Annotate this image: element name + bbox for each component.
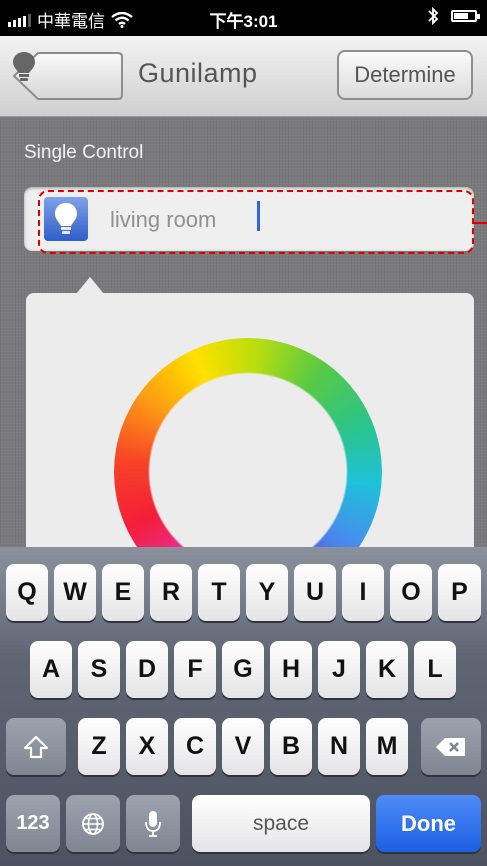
key-p[interactable]: P [438, 564, 481, 621]
highlight-annotation [38, 190, 474, 254]
key-d[interactable]: D [126, 641, 168, 698]
key-y[interactable]: Y [246, 564, 288, 621]
space-key[interactable]: space [192, 795, 370, 852]
key-g[interactable]: G [222, 641, 264, 698]
key-t[interactable]: T [198, 564, 240, 621]
key-q[interactable]: Q [6, 564, 48, 621]
done-key[interactable]: Done [376, 795, 481, 852]
key-o[interactable]: O [390, 564, 432, 621]
lightbulb-icon [13, 52, 35, 81]
key-z[interactable]: Z [78, 718, 120, 775]
backspace-icon [436, 737, 465, 756]
key-s[interactable]: S [78, 641, 120, 698]
status-time: 下午3:01 [209, 12, 278, 31]
key-e[interactable]: E [102, 564, 144, 621]
key-m[interactable]: M [366, 718, 408, 775]
key-u[interactable]: U [294, 564, 336, 621]
shift-icon [23, 735, 49, 758]
key-x[interactable]: X [126, 718, 168, 775]
numbers-key[interactable]: 123 [6, 795, 60, 852]
key-k[interactable]: K [366, 641, 408, 698]
key-b[interactable]: B [270, 718, 312, 775]
key-n[interactable]: N [318, 718, 360, 775]
key-w[interactable]: W [54, 564, 96, 621]
annotation-arrow [474, 222, 487, 224]
microphone-icon [145, 810, 161, 837]
bluetooth-icon [428, 7, 439, 25]
key-r[interactable]: R [150, 564, 192, 621]
key-j[interactable]: J [318, 641, 360, 698]
battery-icon [451, 10, 480, 22]
key-h[interactable]: H [270, 641, 312, 698]
determine-button[interactable]: Determine [337, 50, 473, 100]
nav-bar: Gunilamp Determine [0, 36, 487, 117]
section-label: Single Control [24, 142, 144, 163]
globe-key[interactable] [66, 795, 120, 852]
single-control-panel: Single Control [0, 117, 487, 606]
page-title: Gunilamp [138, 58, 258, 88]
key-i[interactable]: I [342, 564, 384, 621]
status-bar: 中華電信 下午3:01 [0, 0, 487, 36]
back-button[interactable] [12, 51, 124, 101]
shift-key[interactable] [6, 718, 66, 775]
delete-key[interactable] [421, 718, 481, 775]
key-a[interactable]: A [30, 641, 72, 698]
key-f[interactable]: F [174, 641, 216, 698]
onscreen-keyboard: Q W E R T Y U I O P A S D F G H J K L Z … [0, 547, 487, 866]
key-l[interactable]: L [414, 641, 456, 698]
key-c[interactable]: C [174, 718, 216, 775]
status-right [427, 7, 480, 25]
microphone-key[interactable] [126, 795, 180, 852]
key-v[interactable]: V [222, 718, 264, 775]
panel-pointer [76, 277, 104, 294]
globe-icon [82, 812, 104, 835]
